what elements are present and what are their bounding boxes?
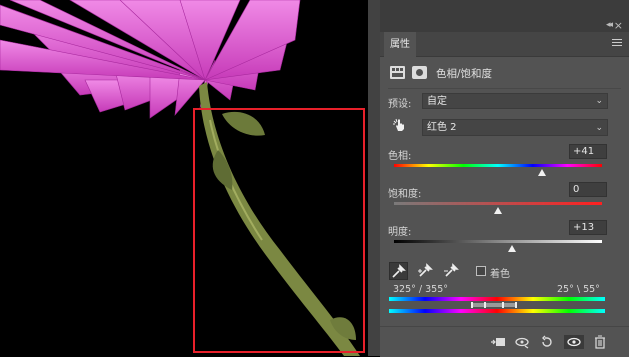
clip-to-layer-icon: [491, 338, 505, 346]
range-handle-inner-right-icon[interactable]: [502, 302, 504, 308]
delete-icon: [595, 335, 605, 349]
range-right-degrees: 25° \ 55°: [557, 284, 600, 295]
properties-panel: ◂◂ × 属性 色相/饱和度 预设: 自定 ⌄ 红色 2 ⌄ 色相: +41 饱…: [380, 0, 629, 357]
view-previous-state-icon: [515, 337, 529, 349]
preset-value: 自定: [427, 96, 447, 107]
selection-rectangle[interactable]: [193, 108, 365, 353]
source-color-bar: [389, 297, 605, 301]
eyedropper-plus-button[interactable]: [416, 262, 435, 280]
saturation-label: 饱和度:: [388, 189, 422, 200]
channel-value: 红色 2: [427, 122, 457, 133]
panel-dock-bar: ◂◂ ×: [380, 0, 629, 32]
lightness-label: 明度:: [388, 227, 412, 238]
eyedropper-minus-button[interactable]: [442, 262, 461, 280]
close-icon[interactable]: ×: [614, 19, 623, 32]
saturation-value-field[interactable]: 0: [569, 182, 607, 197]
view-previous-state-button[interactable]: [514, 335, 530, 349]
chevron-down-icon: ⌄: [595, 96, 603, 106]
range-handle-left-icon[interactable]: [471, 302, 473, 308]
chevron-down-icon: ⌄: [595, 123, 603, 133]
range-left-degrees: 325° / 355°: [393, 284, 449, 295]
preset-label: 预设:: [388, 99, 412, 110]
hue-slider-thumb[interactable]: [537, 169, 546, 176]
hue-slider-track[interactable]: [394, 164, 602, 167]
eyedropper-plus-icon: [418, 263, 433, 277]
hue-saturation-icon[interactable]: [390, 66, 405, 79]
colorize-checkbox[interactable]: [476, 266, 486, 276]
tab-properties[interactable]: 属性: [384, 32, 416, 57]
collapse-panels-icon[interactable]: ◂◂: [606, 20, 613, 30]
hue-value-field[interactable]: +41: [569, 144, 607, 159]
clip-to-layer-button[interactable]: [490, 335, 506, 349]
range-handle-inner-left-icon[interactable]: [484, 302, 486, 308]
visibility-eye-icon: [567, 337, 581, 347]
channel-dropdown[interactable]: 红色 2 ⌄: [422, 119, 608, 136]
mask-icon[interactable]: [412, 66, 427, 79]
eyedropper-button[interactable]: [389, 262, 408, 280]
panel-tab-row: 属性: [380, 32, 629, 57]
reset-button[interactable]: [539, 335, 555, 349]
result-color-bar: [389, 309, 605, 313]
range-handle-right-icon[interactable]: [515, 302, 517, 308]
lightness-slider-thumb[interactable]: [507, 245, 516, 252]
color-range-slider[interactable]: [471, 302, 517, 308]
panel-divider: [368, 0, 380, 356]
visibility-button[interactable]: [564, 335, 584, 349]
panel-bottom-toolbar: [380, 326, 629, 357]
saturation-slider-track[interactable]: [394, 202, 602, 205]
panel-menu-icon[interactable]: [612, 39, 622, 48]
reset-icon: [542, 335, 552, 347]
lightness-slider-track[interactable]: [394, 240, 602, 243]
image-canvas[interactable]: [0, 0, 368, 356]
saturation-slider-thumb[interactable]: [494, 207, 502, 214]
hue-label: 色相:: [388, 151, 412, 162]
colorize-label: 着色: [490, 269, 510, 280]
eyedropper-icon: [392, 264, 406, 278]
divider: [388, 88, 621, 89]
lightness-value-field[interactable]: +13: [569, 220, 607, 235]
targeted-adjustment-hand-icon[interactable]: [393, 118, 407, 132]
eyedropper-minus-icon: [444, 263, 459, 277]
adjustment-title: 色相/饱和度: [436, 68, 493, 80]
preset-dropdown[interactable]: 自定 ⌄: [422, 93, 608, 109]
delete-button[interactable]: [592, 335, 608, 349]
